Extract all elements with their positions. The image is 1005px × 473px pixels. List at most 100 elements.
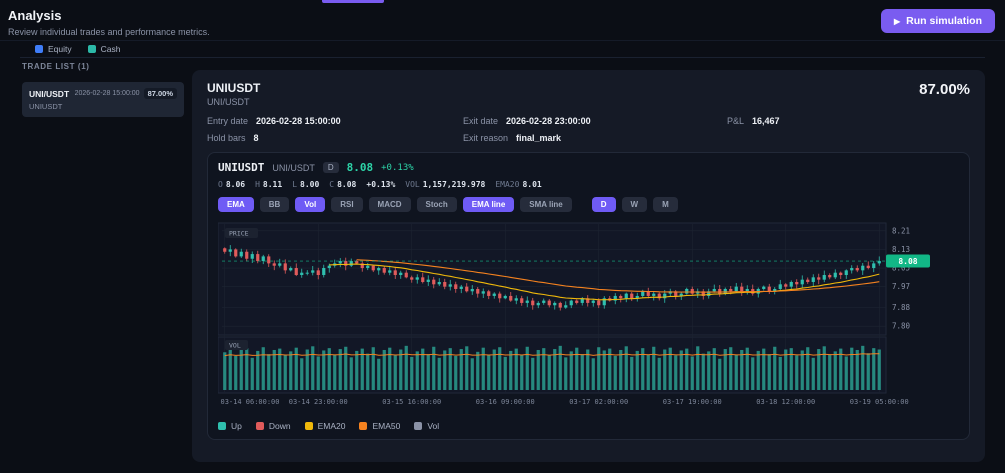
ohlc-token-key: H [255,180,260,189]
trade-item-datetime: 2026-02-28 15:00:00 [74,90,140,97]
detail-field-value: 2026-02-28 15:00:00 [256,116,341,126]
detail-field-label: Exit date [463,116,499,126]
trade-detail-title: UNIUSDT [207,81,261,95]
ohlc-token-value: 8.06 [225,180,246,189]
y-axis-label: 7.88 [892,303,911,312]
chart-change-pct: +0.13% [381,162,414,173]
equity-legend-item-cash: Cash [87,44,121,54]
chart-legend: Up Down EMA20 EMA50 Vol [218,421,959,431]
legend-swatch-icon [218,422,226,430]
timeframe-button-d[interactable]: D [591,197,616,212]
legend-label: Cash [100,44,121,54]
timeframe-button-m[interactable]: M [653,197,678,212]
trade-list: UNI/USDT 2026-02-28 15:00:00 87.00% UNIUSDT [22,82,184,117]
ohlc-token: VOL 1,157,219.978 [405,180,485,189]
ohlc-token-value: 8.08 [337,180,357,189]
run-simulation-label: Run simulation [906,15,982,27]
chart-legend-item-ema50: EMA50 [359,421,400,431]
chart-symbol: UNIUSDT [218,161,265,174]
indicator-button-sma-line[interactable]: SMA line [520,197,572,212]
indicator-button-vol[interactable]: Vol [295,197,326,212]
indicator-button-rsi[interactable]: RSI [331,197,363,212]
indicator-button-stoch[interactable]: Stoch [416,197,457,212]
detail-field: Exit date 2026-02-28 23:00:00 [463,116,727,126]
page-title: Analysis [8,8,62,23]
page-subtitle: Review individual trades and performance… [8,27,210,37]
legend-swatch-icon [87,45,96,53]
x-axis-label: 03-17 02:00:00 [569,398,628,406]
indicator-button-macd[interactable]: MACD [368,197,411,212]
x-axis-label: 03-14 06:00:00 [220,398,279,406]
timeframe-button-w[interactable]: W [621,197,648,212]
chart-last-price: 8.08 [346,161,374,174]
app-window: Analysis Review individual trades and pe… [0,0,1005,473]
chart-pair: UNI/USDT [272,162,315,173]
header-divider [0,40,1005,41]
ohlc-token: +0.13% [366,180,395,189]
ohlc-token-key: C [329,180,335,189]
trade-return-pct: 87.00% [919,81,970,98]
trade-item-symbol: UNI/USDT [29,88,70,99]
x-axis-label: 03-15 16:00:00 [382,398,441,406]
legend-swatch-icon [359,422,368,430]
detail-field-label: P&L [727,116,745,126]
legend-label: Down [268,421,291,431]
chart-legend-item-vol: Vol [414,421,439,431]
detail-field [727,133,970,143]
y-axis-label: 8.13 [892,245,910,254]
equity-chart-legend: Equity Cash [35,44,120,54]
vol-pane-label: VOL [229,342,241,350]
legend-swatch-icon [35,45,43,53]
legend-label: EMA20 [317,421,346,431]
run-simulation-button[interactable]: ▶ Run simulation [881,9,995,33]
indicator-toolbar: EMA BB Vol RSI MACD Stoch EMA line SMA line D W M [218,197,959,212]
trade-item-pct-badge: 87.00% [143,88,177,99]
chart-card: UNIUSDT UNI/USDT D 8.08 +0.13% O 8.06 H 8.1… [207,152,970,440]
ohlc-token: H 8.11 [255,180,282,189]
detail-field: Entry date 2026-02-28 15:00:00 [207,116,463,126]
ohlc-token-value: 8.11 [262,180,283,189]
detail-field-label: Hold bars [207,133,246,143]
legend-label: Equity [48,44,72,54]
timeframe-badge: D [322,162,339,173]
x-axis-labels: 03-14 06:00:00 03-14 23:00:00 03-15 16:00:… [220,398,908,406]
ohlc-token-value: 8.00 [300,180,320,189]
x-axis-label: 03-16 09:00:00 [476,398,535,406]
ohlc-readout: O 8.06 H 8.11 L 8.00 C 8.08 +0.13% VOL 1,157,219.9… [218,180,959,189]
indicator-button-ema-line[interactable]: EMA line [462,197,515,212]
legend-divider [20,57,985,58]
legend-swatch-icon [255,422,264,430]
x-axis-label: 03-18 12:00:00 [756,398,815,406]
trade-detail-header: UNIUSDT UNI/USDT 87.00% [207,81,970,107]
chart-legend-item-down: Down [255,421,291,431]
y-axis-label: 7.97 [892,282,910,291]
trade-item-code: UNIUSDT [29,102,63,111]
detail-field-value: final_mark [516,133,562,143]
trade-detail-subtitle: UNI/USDT [207,97,250,107]
ohlc-token-value: 8.01 [522,180,542,189]
ohlc-token-value: +0.13% [366,180,396,189]
chart-header: UNIUSDT UNI/USDT D 8.08 +0.13% [218,161,959,174]
ohlc-token-key: L [292,180,298,189]
trade-item-row: UNI/USDT 2026-02-28 15:00:00 87.00% [29,88,177,99]
ohlc-token-key: EMA20 [495,180,520,189]
ohlc-token: C 8.08 [329,180,356,189]
y-axis-label: 7.80 [892,322,911,331]
play-icon: ▶ [894,16,901,26]
detail-field-label: Entry date [207,116,249,126]
detail-field-value: 8 [253,133,259,143]
indicator-button-ema[interactable]: EMA [218,197,254,212]
indicator-button-bb[interactable]: BB [259,197,290,212]
current-price-tag-label: 8.08 [898,257,917,266]
legend-label: Vol [427,421,440,431]
ohlc-token-key: O [218,180,223,189]
candlestick-chart[interactable]: 8.218.138.057.977.887.808.08PRICEVOL03-1… [217,220,963,412]
detail-field-value: 16,467 [752,116,780,126]
ohlc-token: EMA20 8.01 [495,180,541,189]
legend-swatch-icon [414,422,423,430]
legend-swatch-icon [304,422,313,430]
ohlc-token: O 8.06 [218,180,245,189]
detail-field: P&L 16,467 [727,116,970,126]
trade-list-item[interactable]: UNI/USDT 2026-02-28 15:00:00 87.00% UNIUSDT [22,82,184,117]
x-axis-label: 03-14 23:00:00 [289,398,348,406]
